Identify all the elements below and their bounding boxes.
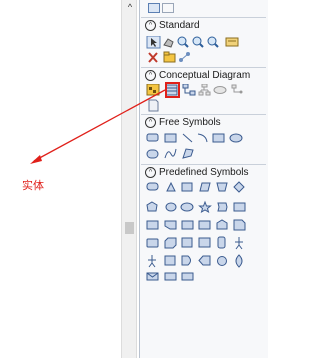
annotation-label: 实体 xyxy=(22,180,44,192)
